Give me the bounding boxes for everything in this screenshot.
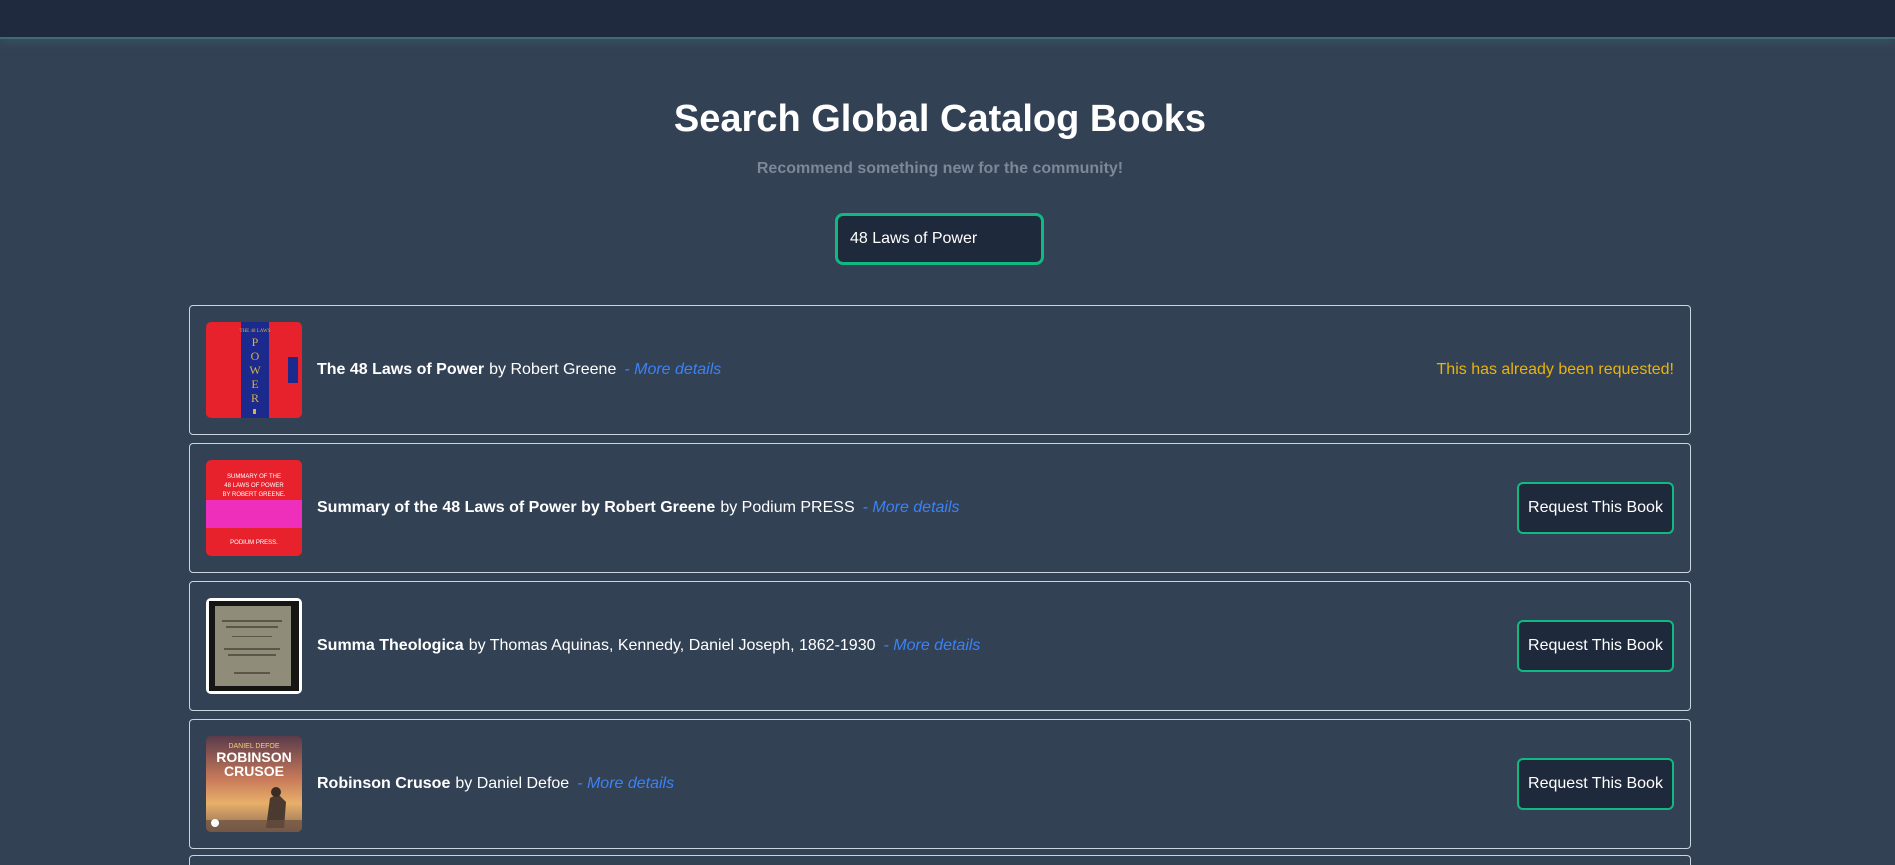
svg-text:CRUSOE: CRUSOE bbox=[224, 763, 284, 779]
result-card: DANIEL DEFOE ROBINSON CRUSOE Robinson Cr… bbox=[189, 719, 1691, 849]
book-author: by Robert Greene bbox=[489, 361, 617, 378]
svg-text:BY ROBERT GREENE.: BY ROBERT GREENE. bbox=[222, 492, 285, 498]
request-book-button[interactable]: Request This Book bbox=[1517, 482, 1674, 534]
result-card: Summa Theologica by Thomas Aquinas, Kenn… bbox=[189, 581, 1691, 711]
more-details-link[interactable]: - More details bbox=[863, 499, 960, 517]
book-title: Robinson Crusoe bbox=[317, 775, 451, 792]
request-book-button[interactable]: Request This Book bbox=[1517, 758, 1674, 810]
result-info: Summary of the 48 Laws of Power by Rober… bbox=[317, 444, 960, 572]
search-input[interactable] bbox=[835, 213, 1044, 265]
already-requested-status: This has already been requested! bbox=[1436, 361, 1674, 378]
book-cover-image: DANIEL DEFOE ROBINSON CRUSOE bbox=[206, 736, 302, 832]
result-card-partial bbox=[189, 855, 1691, 865]
result-card: THE 48 LAWS P O W E R The 48 Laws of Pow… bbox=[189, 305, 1691, 435]
svg-text:PODIUM PRESS.: PODIUM PRESS. bbox=[230, 540, 278, 546]
book-cover-image: SUMMARY OF THE 48 LAWS OF POWER BY ROBER… bbox=[206, 460, 302, 556]
more-details-link[interactable]: - More details bbox=[577, 775, 674, 793]
book-cover-image bbox=[206, 598, 302, 694]
book-author: by Podium PRESS bbox=[720, 499, 855, 516]
book-title: Summary of the 48 Laws of Power by Rober… bbox=[317, 499, 716, 516]
page-subtitle: Recommend something new for the communit… bbox=[756, 160, 1124, 177]
request-book-button[interactable]: Request This Book bbox=[1517, 620, 1674, 672]
more-details-link[interactable]: - More details bbox=[884, 637, 981, 655]
svg-text:SUMMARY OF THE: SUMMARY OF THE bbox=[227, 474, 281, 480]
svg-text:R: R bbox=[251, 391, 259, 405]
svg-text:W: W bbox=[249, 363, 261, 377]
result-card: SUMMARY OF THE 48 LAWS OF POWER BY ROBER… bbox=[189, 443, 1691, 573]
results-list: THE 48 LAWS P O W E R The 48 Laws of Pow… bbox=[189, 305, 1691, 857]
top-navbar bbox=[0, 0, 1895, 39]
book-title: Summa Theologica bbox=[317, 637, 464, 654]
svg-text:48 LAWS OF POWER: 48 LAWS OF POWER bbox=[224, 483, 284, 489]
svg-text:E: E bbox=[251, 377, 258, 391]
svg-text:O: O bbox=[251, 349, 260, 363]
book-author: by Daniel Defoe bbox=[455, 775, 570, 792]
result-info: The 48 Laws of Power by Robert Greene - … bbox=[317, 306, 721, 434]
book-author: by Thomas Aquinas, Kennedy, Daniel Josep… bbox=[468, 637, 876, 654]
result-info: Robinson Crusoe by Daniel Defoe - More d… bbox=[317, 720, 674, 848]
book-cover-image: THE 48 LAWS P O W E R bbox=[206, 322, 302, 418]
svg-text:P: P bbox=[252, 335, 259, 349]
svg-text:THE 48 LAWS: THE 48 LAWS bbox=[240, 329, 271, 334]
book-title: The 48 Laws of Power bbox=[317, 361, 485, 378]
more-details-link[interactable]: - More details bbox=[624, 361, 721, 379]
page-title: Search Global Catalog Books bbox=[673, 98, 1207, 140]
result-info: Summa Theologica by Thomas Aquinas, Kenn… bbox=[317, 582, 980, 710]
